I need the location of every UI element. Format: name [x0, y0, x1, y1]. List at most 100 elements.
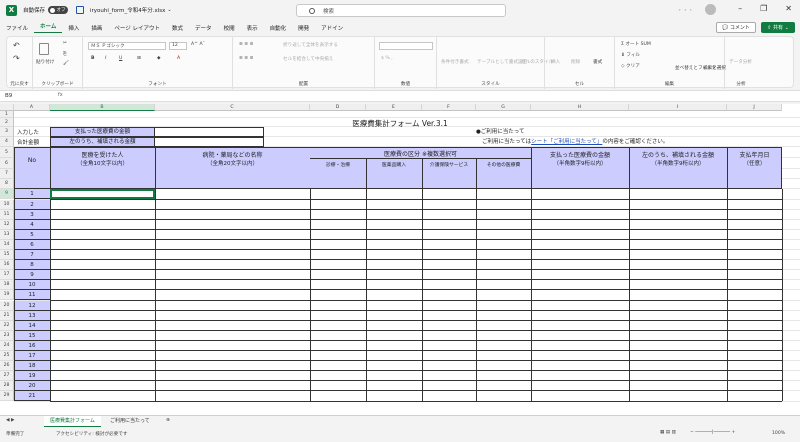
add-sheet-icon[interactable]: ⊕	[166, 418, 170, 423]
row-header-4[interactable]: 4	[0, 137, 14, 147]
tab-usage[interactable]: ご利用に当たって	[104, 416, 156, 427]
row-header-6[interactable]: 6	[0, 158, 14, 169]
row-header-10[interactable]: 10	[0, 199, 14, 210]
column-header-C[interactable]: C	[155, 104, 310, 111]
select-all-corner[interactable]	[0, 104, 14, 111]
font-grow-icon[interactable]: A^ Aˇ	[191, 42, 205, 47]
autosum-button[interactable]: Σ オート SUM	[621, 41, 651, 47]
minimize-icon[interactable]: –	[738, 4, 742, 13]
prev-sheet-icon[interactable]: ◀ ▶	[6, 418, 15, 423]
autosave-toggle[interactable]: オフ	[48, 6, 69, 14]
row-header-12[interactable]: 12	[0, 219, 14, 230]
number-format-select[interactable]	[379, 42, 433, 50]
tab-2[interactable]: 挿入	[62, 24, 85, 32]
delete-cells-button[interactable]: 削除	[571, 59, 580, 65]
cut-icon[interactable]: ✂	[63, 41, 67, 46]
tab-1[interactable]: ホーム	[34, 22, 63, 33]
column-header-F[interactable]: F	[422, 104, 476, 111]
row-header-23[interactable]: 23	[0, 330, 14, 341]
row-header-27[interactable]: 27	[0, 371, 14, 382]
undo-icon[interactable]: ↶	[13, 41, 20, 50]
column-header-J[interactable]: J	[727, 104, 782, 111]
tab-7[interactable]: 校閲	[218, 24, 241, 32]
font-name-select[interactable]: ＭＳ Ｐゴシック	[88, 42, 166, 50]
row-header-22[interactable]: 22	[0, 320, 14, 331]
row-header-24[interactable]: 24	[0, 340, 14, 351]
column-header-D[interactable]: D	[310, 104, 366, 111]
row-header-17[interactable]: 17	[0, 270, 14, 281]
row-header-21[interactable]: 21	[0, 310, 14, 321]
tab-6[interactable]: データ	[189, 24, 218, 32]
row-header-26[interactable]: 26	[0, 361, 14, 372]
table-format-button[interactable]: テーブルとして書式設定	[477, 59, 527, 65]
worksheet[interactable]: A B C D E F G H I J 1 2 3 4 5 6 7 8 9 10 11 12 13 14 15 16 17 18 19 2…	[0, 104, 800, 415]
tab-9[interactable]: 自動化	[264, 24, 293, 32]
row-header-29[interactable]: 29	[0, 391, 14, 402]
row-header-28[interactable]: 28	[0, 381, 14, 392]
wrap-text-button[interactable]: 折り返して全体を表示する	[283, 42, 338, 48]
accessibility-status[interactable]: アクセシビリティ: 検討が必要です	[56, 431, 127, 437]
view-normal-icon[interactable]: ▦ ▤ ▥	[660, 430, 676, 435]
usage-sheet-link[interactable]: シート「ご利用に当たって」	[531, 139, 602, 145]
close-icon[interactable]: ✕	[785, 4, 792, 13]
border-icon[interactable]: ⊞	[137, 56, 141, 61]
row-header-19[interactable]: 19	[0, 290, 14, 301]
clear-button[interactable]: ◇ クリア	[621, 63, 640, 69]
align-top-icon[interactable]: ≡ ≡ ≡	[239, 42, 253, 47]
row-header-5[interactable]: 5	[0, 147, 14, 158]
column-header-E[interactable]: E	[366, 104, 422, 111]
selected-cell[interactable]	[50, 189, 155, 200]
column-header-B[interactable]: B	[50, 104, 155, 111]
row-header-15[interactable]: 15	[0, 250, 14, 261]
paid-total-value[interactable]	[154, 127, 264, 137]
zoom-slider[interactable]: − ──────|────── +	[690, 430, 735, 435]
row-header-2[interactable]: 2	[0, 118, 14, 127]
font-size-select[interactable]: 12	[169, 42, 187, 50]
italic-icon[interactable]: I	[105, 56, 106, 61]
paste-icon[interactable]	[39, 43, 49, 55]
cond-format-button[interactable]: 条件付き書式	[441, 59, 469, 65]
format-painter-icon[interactable]: 🖌	[63, 61, 69, 66]
row-header-9[interactable]: 9	[0, 189, 14, 200]
row-header-8[interactable]: 8	[0, 179, 14, 190]
find-select-button[interactable]: 検索と選択	[703, 65, 726, 71]
tab-form[interactable]: 医療費集計フォーム	[44, 416, 101, 427]
row-header-18[interactable]: 18	[0, 280, 14, 291]
share-button[interactable]: ⇧ 共有 ⌄	[761, 22, 795, 33]
redo-icon[interactable]: ↷	[13, 54, 20, 63]
row-header-13[interactable]: 13	[0, 229, 14, 240]
tab-3[interactable]: 描画	[85, 24, 108, 32]
fill-color-icon[interactable]: ◆	[157, 56, 161, 61]
row-header-16[interactable]: 16	[0, 260, 14, 271]
tab-5[interactable]: 数式	[166, 24, 189, 32]
save-icon[interactable]	[76, 6, 85, 14]
comment-button[interactable]: 💬 コメント	[716, 22, 756, 33]
data-analysis-button[interactable]: データ分析	[729, 59, 752, 65]
font-color-icon[interactable]: A	[177, 56, 180, 61]
chevron-down-icon[interactable]: ⌄	[167, 7, 171, 13]
tab-11[interactable]: アドイン	[315, 24, 349, 32]
row-header-20[interactable]: 20	[0, 300, 14, 311]
column-header-I[interactable]: I	[629, 104, 727, 111]
name-box[interactable]: B9	[2, 92, 46, 101]
file-name[interactable]: iryouhi_form_令和4年分.xlsx	[90, 6, 165, 14]
avatar[interactable]	[705, 4, 716, 15]
tab-10[interactable]: 開発	[292, 24, 315, 32]
underline-icon[interactable]: U	[119, 56, 122, 61]
insert-cells-button[interactable]: 挿入	[551, 59, 560, 65]
row-header-1[interactable]: 1	[0, 111, 14, 118]
search-box[interactable]: 検索	[296, 4, 506, 17]
tab-4[interactable]: ページ レイアウト	[108, 24, 166, 32]
column-header-G[interactable]: G	[476, 104, 531, 111]
fill-button[interactable]: ⬇ フィル	[621, 52, 640, 58]
row-header-14[interactable]: 14	[0, 239, 14, 250]
merge-center-button[interactable]: セルを結合して中央揃え	[283, 56, 333, 62]
column-header-H[interactable]: H	[531, 104, 629, 111]
restore-icon[interactable]: ❐	[760, 4, 767, 13]
column-header-A[interactable]: A	[14, 104, 50, 111]
fx-icon[interactable]: fx	[58, 92, 63, 98]
row-header-11[interactable]: 11	[0, 209, 14, 220]
copy-icon[interactable]: ⎘	[63, 51, 67, 57]
currency-icon[interactable]: $ % ,	[381, 56, 393, 61]
row-header-25[interactable]: 25	[0, 351, 14, 362]
